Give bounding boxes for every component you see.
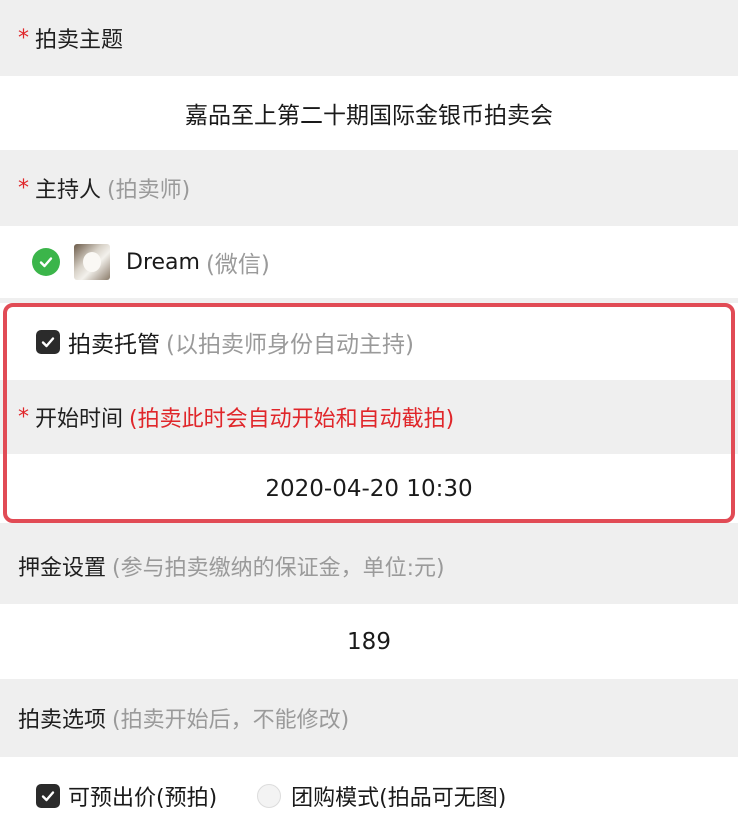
selected-check-icon	[32, 248, 60, 276]
avatar	[74, 244, 110, 280]
start-time-label-row: * 开始时间 (拍卖此时会自动开始和自动截拍)	[0, 380, 738, 454]
checkbox-unchecked-icon[interactable]	[257, 783, 282, 808]
start-time-value: 2020-04-20 10:30	[265, 475, 473, 502]
options-row: 可预出价(预拍) 团购模式(拍品可无图)	[0, 757, 738, 834]
start-time-hint: (拍卖此时会自动开始和自动截拍)	[129, 407, 455, 432]
option-prebid[interactable]: 可预出价(预拍)	[36, 780, 217, 812]
required-mark: *	[18, 175, 29, 201]
options-label-row: 拍卖选项 (拍卖开始后，不能修改)	[0, 679, 738, 757]
theme-label-row: * 拍卖主题	[0, 0, 738, 76]
deposit-label: 押金设置	[18, 556, 107, 581]
options-hint: (拍卖开始后，不能修改)	[112, 708, 350, 733]
required-mark: *	[18, 25, 29, 51]
host-name: Dream	[126, 249, 200, 275]
auto-host-row[interactable]: 拍卖托管 (以拍卖师身份自动主持)	[0, 303, 738, 380]
options-label: 拍卖选项	[18, 708, 107, 733]
start-time-input[interactable]: 2020-04-20 10:30	[0, 454, 738, 523]
theme-value: 嘉品至上第二十期国际金银币拍卖会	[185, 103, 553, 129]
theme-input[interactable]: 嘉品至上第二十期国际金银币拍卖会	[0, 76, 738, 150]
deposit-hint: (参与拍卖缴纳的保证金，单位:元)	[112, 556, 445, 581]
option-prebid-label: 可预出价(预拍)	[68, 785, 218, 811]
theme-label: 拍卖主题	[35, 28, 124, 53]
deposit-value: 189	[347, 628, 391, 655]
start-time-label: 开始时间	[35, 407, 124, 432]
deposit-input[interactable]: 189	[0, 604, 738, 679]
host-hint: (拍卖师)	[107, 178, 191, 203]
auto-host-label: 拍卖托管	[68, 331, 160, 358]
host-selector[interactable]: Dream (微信)	[0, 226, 738, 298]
host-name-hint: (微信)	[205, 252, 270, 278]
checkbox-checked-icon[interactable]	[36, 329, 60, 354]
required-mark: *	[18, 404, 29, 430]
host-label: 主持人	[35, 178, 102, 203]
host-label-row: * 主持人 (拍卖师)	[0, 150, 738, 226]
checkbox-checked-icon[interactable]	[36, 783, 60, 808]
deposit-label-row: 押金设置 (参与拍卖缴纳的保证金，单位:元)	[0, 528, 738, 604]
auto-host-hint: (以拍卖师身份自动主持)	[166, 331, 414, 358]
option-group-buy-label: 团购模式(拍品可无图)	[291, 785, 507, 811]
option-group-buy[interactable]: 团购模式(拍品可无图)	[257, 780, 506, 812]
